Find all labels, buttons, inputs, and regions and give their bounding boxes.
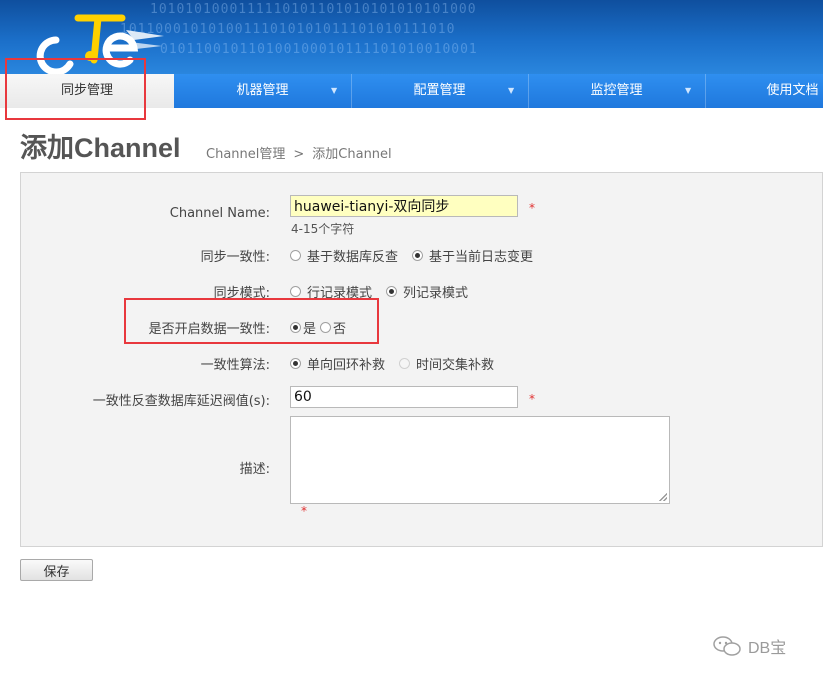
breadcrumb-separator: > bbox=[293, 147, 305, 162]
channel-name-hint: 4-15个字符 bbox=[291, 222, 355, 236]
delay-threshold-label: 一致性反查数据库延迟阀值(s): bbox=[92, 394, 270, 409]
highlight-box-nav bbox=[5, 58, 146, 120]
sync-consistency-group: 基于数据库反查 基于当前日志变更 bbox=[290, 246, 547, 265]
resize-grip-icon[interactable] bbox=[659, 493, 667, 501]
description-textarea[interactable] bbox=[290, 416, 670, 504]
radio-option-label: 单向回环补救 bbox=[307, 358, 386, 373]
delay-threshold-input[interactable] bbox=[290, 386, 518, 408]
nav-item-docs[interactable]: 使用文档 bbox=[705, 74, 823, 108]
nav-item-label: 机器管理 bbox=[236, 83, 289, 98]
binary-pattern-line: 10110001010100111010101011101010111010 bbox=[120, 22, 456, 37]
sync-consistency-label: 同步一致性: bbox=[200, 250, 270, 265]
breadcrumb-link[interactable]: Channel管理 bbox=[206, 143, 285, 162]
description-label: 描述: bbox=[239, 462, 270, 477]
consistency-algorithm-group: 单向回环补救 时间交集补救 bbox=[290, 354, 508, 373]
radio-option-label: 时间交集补救 bbox=[416, 358, 495, 373]
radio-option-label: 基于当前日志变更 bbox=[429, 250, 534, 265]
watermark-text: DB宝 bbox=[748, 640, 787, 657]
nav-item-monitor-management[interactable]: 监控管理 bbox=[528, 74, 705, 108]
nav-item-label: 监控管理 bbox=[590, 83, 643, 98]
breadcrumb-current: 添加Channel bbox=[312, 147, 392, 162]
watermark: DB宝 bbox=[712, 634, 786, 658]
required-mark: * bbox=[301, 504, 307, 518]
required-mark: * bbox=[529, 201, 535, 215]
sync-mode-radio-row[interactable] bbox=[290, 286, 301, 297]
algorithm-radio-time-intersect[interactable] bbox=[399, 358, 411, 369]
nav-item-config-management[interactable]: 配置管理 bbox=[351, 74, 528, 108]
nav-item-machine-management[interactable]: 机器管理 bbox=[174, 74, 351, 108]
page-title: 添加Channel bbox=[20, 133, 181, 163]
chevron-down-icon[interactable]: ▼ bbox=[331, 74, 337, 108]
binary-pattern-line: 010110010110100100010111101010010001 bbox=[160, 42, 478, 57]
algorithm-radio-loopback[interactable] bbox=[290, 358, 301, 369]
highlight-box-consistency bbox=[124, 298, 379, 344]
sync-mode-radio-column[interactable] bbox=[386, 286, 398, 297]
sync-consistency-radio-log-change[interactable] bbox=[412, 250, 424, 261]
nav-item-label: 使用文档 bbox=[766, 83, 819, 98]
sync-consistency-radio-db-check[interactable] bbox=[290, 250, 301, 261]
consistency-algorithm-label: 一致性算法: bbox=[200, 358, 270, 373]
radio-option-label: 列记录模式 bbox=[403, 286, 469, 301]
required-mark: * bbox=[529, 392, 535, 406]
radio-option-label: 基于数据库反查 bbox=[307, 250, 399, 265]
channel-name-label: Channel Name: bbox=[169, 206, 270, 221]
channel-name-input[interactable] bbox=[290, 195, 518, 217]
nav-item-label: 配置管理 bbox=[413, 83, 466, 98]
save-button[interactable]: 保存 bbox=[20, 559, 93, 581]
wechat-icon bbox=[713, 636, 741, 656]
chevron-down-icon[interactable]: ▼ bbox=[508, 74, 514, 108]
breadcrumb: Channel管理 > 添加Channel bbox=[206, 143, 392, 162]
binary-pattern-line: 1010101000111110101101010101010101000 bbox=[150, 2, 477, 17]
chevron-down-icon[interactable]: ▼ bbox=[685, 74, 691, 108]
